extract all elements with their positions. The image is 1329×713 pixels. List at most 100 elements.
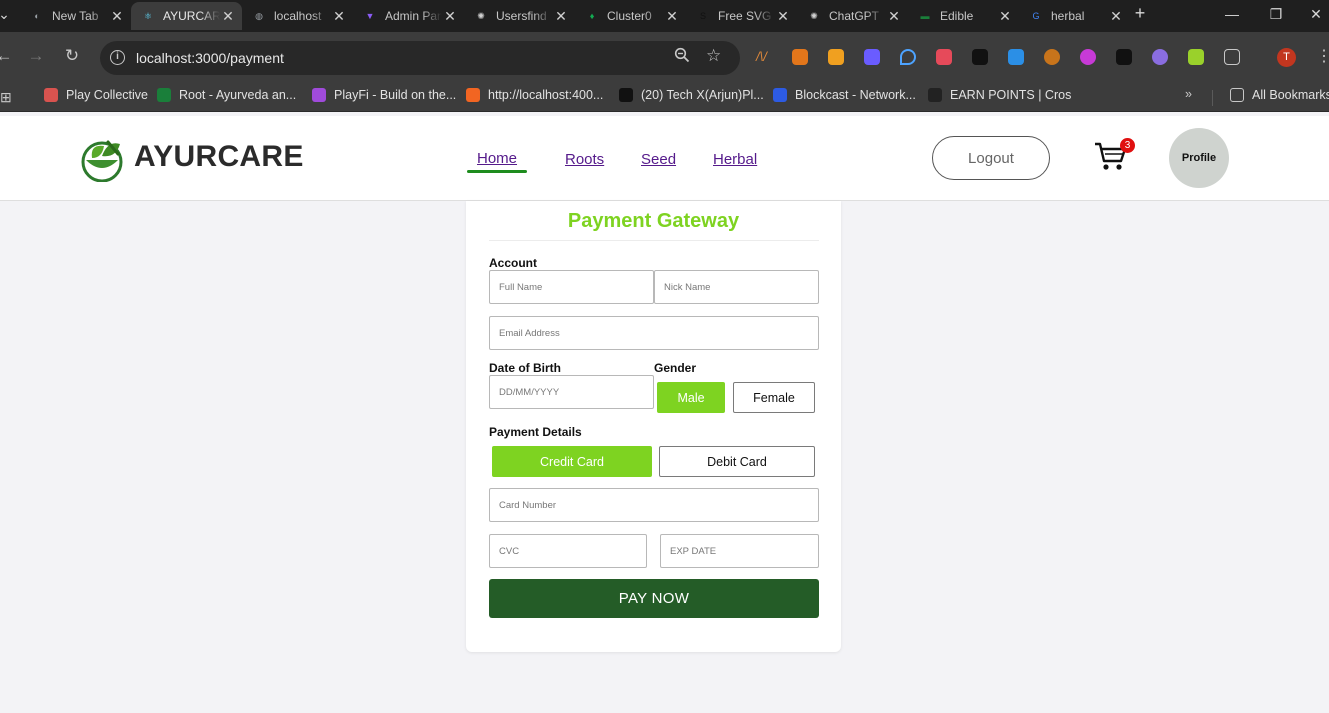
extension-icon[interactable] — [828, 49, 844, 65]
tab-close-icon[interactable]: ✕ — [109, 8, 125, 25]
tab-close-icon[interactable]: ✕ — [442, 8, 458, 25]
browser-tab[interactable]: ♦ Cluster0 ✕ — [575, 2, 686, 30]
tab-close-icon[interactable]: ✕ — [220, 8, 236, 25]
tab-close-icon[interactable]: ✕ — [997, 8, 1013, 25]
extension-icon[interactable] — [1044, 49, 1060, 65]
extension-icon[interactable] — [1188, 49, 1204, 65]
nav-herbal[interactable]: Herbal — [713, 151, 757, 168]
tab-title: New Tab — [52, 9, 99, 23]
extensions-puzzle-icon[interactable] — [1224, 49, 1240, 65]
browser-menu-icon[interactable]: ⋮ — [1316, 46, 1329, 66]
forward-icon[interactable]: → — [26, 46, 46, 66]
pay-now-button[interactable]: PAY NOW — [489, 579, 819, 618]
browser-tab[interactable]: ◍ localhost ✕ — [242, 2, 353, 30]
metamask-extension-icon[interactable] — [792, 49, 808, 65]
cart-count-badge: 3 — [1120, 138, 1135, 153]
profile-button[interactable]: Profile — [1169, 128, 1229, 188]
cvc-field[interactable] — [489, 534, 647, 568]
browser-tab[interactable]: ✺ Usersfind ✕ — [464, 2, 575, 30]
exp-date-field[interactable] — [660, 534, 819, 568]
extension-icon[interactable] — [972, 49, 988, 65]
card-number-field[interactable] — [489, 488, 819, 522]
browser-tab[interactable]: ⚛ AYURCARE✕ — [131, 2, 242, 30]
bookmark-favicon-icon — [312, 88, 326, 102]
tab-close-icon[interactable]: ✕ — [1108, 8, 1124, 25]
nav-roots[interactable]: Roots — [565, 151, 604, 168]
zoom-icon[interactable] — [674, 47, 690, 68]
tab-title: localhost — [274, 9, 322, 23]
bookmark-item[interactable]: Root - Ayurveda an... — [157, 88, 296, 102]
extension-icon[interactable] — [864, 49, 880, 65]
site-header: AYURCARE Home Roots Seed Herbal Logout 3… — [0, 116, 1329, 201]
email-field[interactable] — [489, 316, 819, 350]
browser-tab[interactable]: Gherbal ✕ — [1019, 2, 1130, 30]
address-bar[interactable]: i localhost:3000/payment ☆ — [100, 41, 740, 75]
tab-close-icon[interactable]: ✕ — [331, 8, 347, 25]
apps-grid-icon[interactable]: ⊞ — [0, 89, 12, 106]
tab-favicon-icon: ◍ — [255, 10, 263, 21]
reload-icon[interactable]: ↻ — [62, 46, 82, 66]
tab-search-icon[interactable]: ⌄ — [0, 6, 14, 23]
bookmark-item[interactable]: EARN POINTS | Cros — [928, 88, 1071, 102]
debit-card-button[interactable]: Debit Card — [659, 446, 815, 477]
tab-favicon-icon: ◐ — [34, 11, 40, 21]
minimize-icon[interactable]: — — [1222, 6, 1242, 22]
nick-name-field[interactable] — [654, 270, 819, 304]
bookmark-favicon-icon — [619, 88, 633, 102]
tab-close-icon[interactable]: ✕ — [886, 8, 902, 25]
nav-seed[interactable]: Seed — [641, 151, 676, 168]
restore-icon[interactable]: ❐ — [1266, 6, 1286, 23]
more-bookmarks-icon[interactable]: » — [1185, 87, 1192, 101]
browser-tab[interactable]: ◐ New Tab ✕ — [20, 2, 131, 30]
extension-icon[interactable] — [936, 49, 952, 65]
url-text[interactable]: localhost:3000/payment — [136, 50, 284, 66]
extension-icon[interactable] — [1116, 49, 1132, 65]
bookmark-item[interactable]: http://localhost:400... — [466, 88, 603, 102]
bookmark-favicon-icon — [928, 88, 942, 102]
logout-button[interactable]: Logout — [932, 136, 1050, 180]
bookmark-item[interactable]: (20) Tech X(Arjun)Pl... — [619, 88, 764, 102]
browser-tab[interactable]: ▼ Admin Panel✕ — [353, 2, 464, 30]
extension-icon[interactable] — [1080, 49, 1096, 65]
tab-favicon-icon: G — [1032, 11, 1040, 21]
extension-icon[interactable]: /\/ — [756, 49, 772, 65]
browser-tab[interactable]: ✺ ChatGPT ✕ — [797, 2, 908, 30]
bookmark-label: Play Collective — [66, 88, 148, 102]
bookmarks-bar: ⊞ Play Collective Root - Ayurveda an... Pl… — [0, 82, 1329, 112]
gender-male-button[interactable]: Male — [657, 382, 725, 413]
full-name-field[interactable] — [489, 270, 654, 304]
bookmark-item[interactable]: Play Collective — [44, 88, 148, 102]
tab-close-icon[interactable]: ✕ — [553, 8, 569, 25]
tab-title: Admin Panel — [385, 9, 442, 23]
bookmark-label: EARN POINTS | Cros — [950, 88, 1072, 102]
close-window-icon[interactable]: ✕ — [1306, 6, 1326, 23]
gender-female-button[interactable]: Female — [733, 382, 815, 413]
tab-favicon-icon: ✺ — [810, 10, 818, 21]
extension-icon[interactable] — [900, 49, 916, 65]
site-info-icon[interactable]: i — [110, 50, 125, 65]
new-tab-icon[interactable]: + — [1130, 3, 1150, 24]
extension-icon[interactable] — [1152, 49, 1168, 65]
brand-name: AYURCARE — [134, 140, 304, 173]
extension-icon[interactable] — [1008, 49, 1024, 65]
credit-card-button[interactable]: Credit Card — [492, 446, 652, 477]
bookmark-item[interactable]: Blockcast - Network... — [773, 88, 916, 102]
dob-field[interactable] — [489, 375, 654, 409]
bookmark-item[interactable]: PlayFi - Build on the... — [312, 88, 456, 102]
account-label: Account — [489, 256, 537, 270]
tab-title: Cluster0 — [607, 9, 652, 23]
tab-title: AYURCARE — [163, 9, 220, 23]
folder-icon — [1230, 88, 1244, 102]
nav-home[interactable]: Home — [477, 150, 517, 167]
mortar-leaf-logo-icon — [81, 140, 123, 182]
browser-toolbar: ← → ↻ i localhost:3000/payment ☆ /\/ T ⋮ — [0, 32, 1329, 82]
back-icon[interactable]: ← — [0, 46, 14, 66]
dob-label: Date of Birth — [489, 361, 561, 375]
all-bookmarks[interactable]: All Bookmarks — [1230, 88, 1329, 102]
browser-tab[interactable]: S Free SVG ✕ — [686, 2, 797, 30]
browser-tab[interactable]: ▬ Edible ✕ — [908, 2, 1019, 30]
tab-close-icon[interactable]: ✕ — [775, 8, 791, 25]
bookmark-star-icon[interactable]: ☆ — [706, 46, 721, 66]
tab-close-icon[interactable]: ✕ — [664, 8, 680, 25]
browser-profile-avatar[interactable]: T — [1277, 48, 1296, 67]
